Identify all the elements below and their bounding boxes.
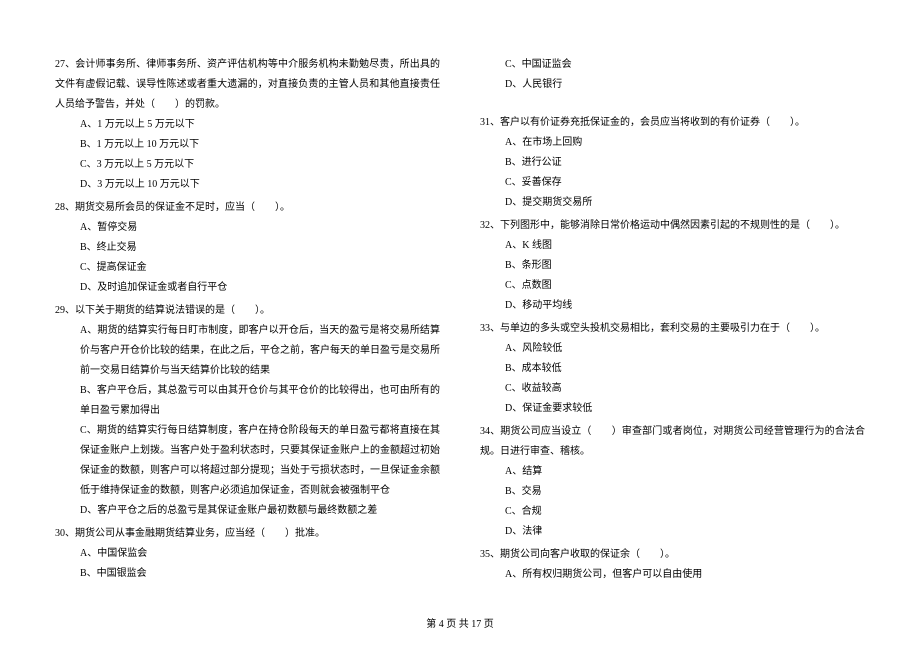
q29-opt-d: D、客户平仓之后的总盈亏是其保证金账户最初数额与最终数额之差 [55,501,440,521]
question-27: 27、会计师事务所、律师事务所、资产评估机构等中介服务机构未勤勉尽责，所出具的文… [55,55,440,195]
q34-opt-b: B、交易 [480,482,865,502]
q31-opt-c: C、妥善保存 [480,173,865,193]
q28-opt-d: D、及时追加保证金或者自行平仓 [55,278,440,298]
q27-opt-b: B、1 万元以上 10 万元以下 [55,135,440,155]
q28-opt-b: B、终止交易 [55,238,440,258]
q34-stem: 34、期货公司应当设立（ ）审查部门或者岗位，对期货公司经营管理行为的合法合规。… [480,422,865,462]
page-content: 27、会计师事务所、律师事务所、资产评估机构等中介服务机构未勤勉尽责，所出具的文… [0,0,920,618]
q30-opt-d: D、人民银行 [480,75,865,95]
q33-stem: 33、与单边的多头或空头投机交易相比，套利交易的主要吸引力在于（ ）。 [480,319,865,339]
q29-opt-a: A、期货的结算实行每日盯市制度，即客户以开仓后，当天的盈亏是将交易所结算价与客户… [55,321,440,381]
question-32: 32、下列图形中，能够消除日常价格运动中偶然因素引起的不规则性的是（ ）。 A、… [480,216,865,316]
q29-stem: 29、以下关于期货的结算说法错误的是（ ）。 [55,301,440,321]
q30-opt-a: A、中国保监会 [55,544,440,564]
q28-opt-c: C、提高保证金 [55,258,440,278]
q34-opt-a: A、结算 [480,462,865,482]
q34-opt-d: D、法律 [480,522,865,542]
q33-opt-a: A、风险较低 [480,339,865,359]
q28-opt-a: A、暂停交易 [55,218,440,238]
q29-opt-b: B、客户平仓后，其总盈亏可以由其开仓价与其平仓价的比较得出，也可由所有的单日盈亏… [55,381,440,421]
q27-opt-a: A、1 万元以上 5 万元以下 [55,115,440,135]
question-28: 28、期货交易所会员的保证金不足时，应当（ ）。 A、暂停交易 B、终止交易 C… [55,198,440,298]
q28-stem: 28、期货交易所会员的保证金不足时，应当（ ）。 [55,198,440,218]
left-column: 27、会计师事务所、律师事务所、资产评估机构等中介服务机构未勤勉尽责，所出具的文… [55,55,440,588]
q30-opt-b: B、中国银监会 [55,564,440,584]
q31-opt-d: D、提交期货交易所 [480,193,865,213]
q30-opt-c: C、中国证监会 [480,55,865,75]
q32-stem: 32、下列图形中，能够消除日常价格运动中偶然因素引起的不规则性的是（ ）。 [480,216,865,236]
question-31: 31、客户以有价证券充抵保证金的，会员应当将收到的有价证券（ ）。 A、在市场上… [480,113,865,213]
q33-opt-b: B、成本较低 [480,359,865,379]
q29-opt-c: C、期货的结算实行每日结算制度，客户在持仓阶段每天的单日盈亏都将直接在其保证金账… [55,421,440,501]
q31-opt-a: A、在市场上回购 [480,133,865,153]
q27-opt-c: C、3 万元以上 5 万元以下 [55,155,440,175]
q33-opt-d: D、保证金要求较低 [480,399,865,419]
question-29: 29、以下关于期货的结算说法错误的是（ ）。 A、期货的结算实行每日盯市制度，即… [55,301,440,521]
q33-opt-c: C、收益较高 [480,379,865,399]
question-35: 35、期货公司向客户收取的保证余（ ）。 A、所有权归期货公司，但客户可以自由使… [480,545,865,585]
q27-opt-d: D、3 万元以上 10 万元以下 [55,175,440,195]
q34-opt-c: C、合规 [480,502,865,522]
question-33: 33、与单边的多头或空头投机交易相比，套利交易的主要吸引力在于（ ）。 A、风险… [480,319,865,419]
q30-stem: 30、期货公司从事金融期货结算业务，应当经（ ）批准。 [55,524,440,544]
q31-opt-b: B、进行公证 [480,153,865,173]
q32-opt-c: C、点数图 [480,276,865,296]
spacer [480,95,865,113]
q32-opt-d: D、移动平均线 [480,296,865,316]
page-footer: 第 4 页 共 17 页 [0,615,920,630]
right-column: C、中国证监会 D、人民银行 31、客户以有价证券充抵保证金的，会员应当将收到的… [480,55,865,588]
q32-opt-b: B、条形图 [480,256,865,276]
question-34: 34、期货公司应当设立（ ）审查部门或者岗位，对期货公司经营管理行为的合法合规。… [480,422,865,542]
q35-opt-a: A、所有权归期货公司，但客户可以自由使用 [480,565,865,585]
q32-opt-a: A、K 线图 [480,236,865,256]
q35-stem: 35、期货公司向客户收取的保证余（ ）。 [480,545,865,565]
question-30: 30、期货公司从事金融期货结算业务，应当经（ ）批准。 A、中国保监会 B、中国… [55,524,440,584]
q31-stem: 31、客户以有价证券充抵保证金的，会员应当将收到的有价证券（ ）。 [480,113,865,133]
q27-stem: 27、会计师事务所、律师事务所、资产评估机构等中介服务机构未勤勉尽责，所出具的文… [55,55,440,115]
